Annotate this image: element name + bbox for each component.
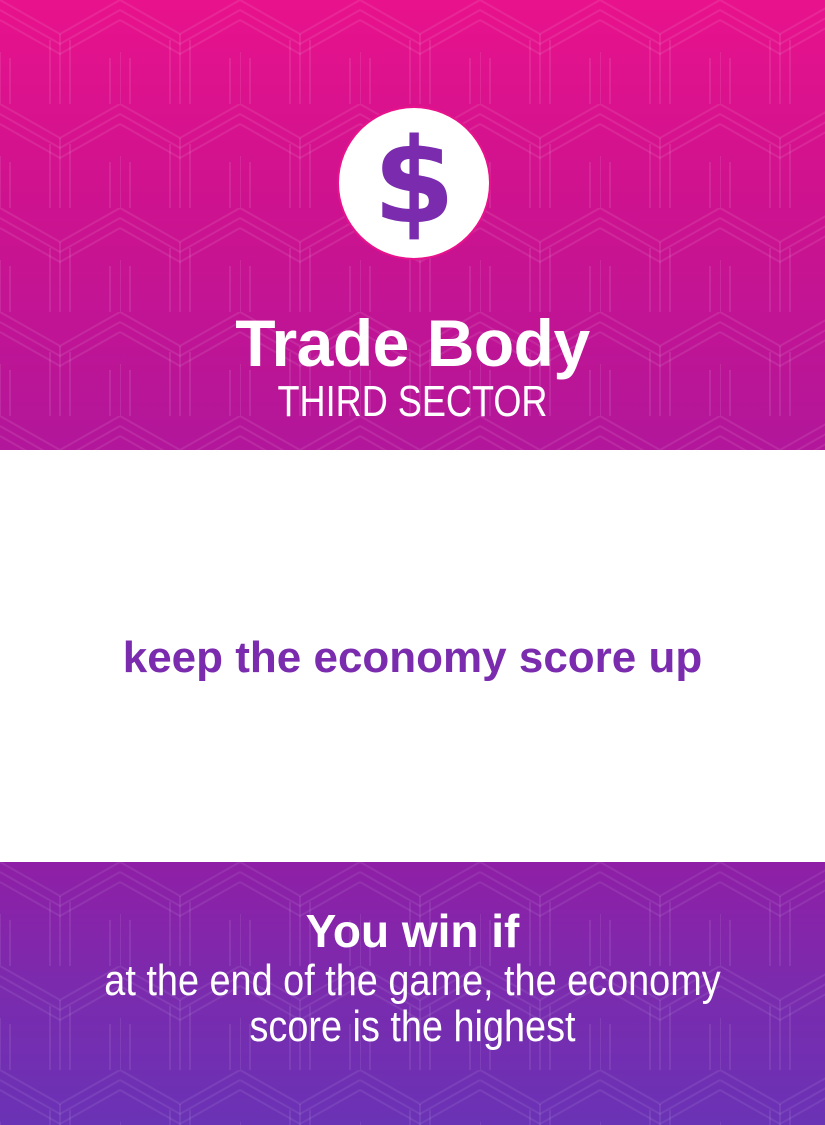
card-title: Trade Body: [235, 306, 590, 380]
dollar-sign-icon: $: [372, 112, 456, 250]
header-band: $ Trade Body THIRD SECTOR: [0, 0, 825, 450]
dollar-badge: $: [339, 108, 489, 258]
card-subtitle: THIRD SECTOR: [277, 377, 548, 426]
card-goal: keep the economy score up: [122, 633, 703, 682]
win-heading: You win if: [305, 905, 520, 957]
win-condition: at the end of the game, the economy scor…: [104, 956, 721, 1051]
role-card: $ Trade Body THIRD SECTOR keep the econo…: [0, 0, 825, 1125]
